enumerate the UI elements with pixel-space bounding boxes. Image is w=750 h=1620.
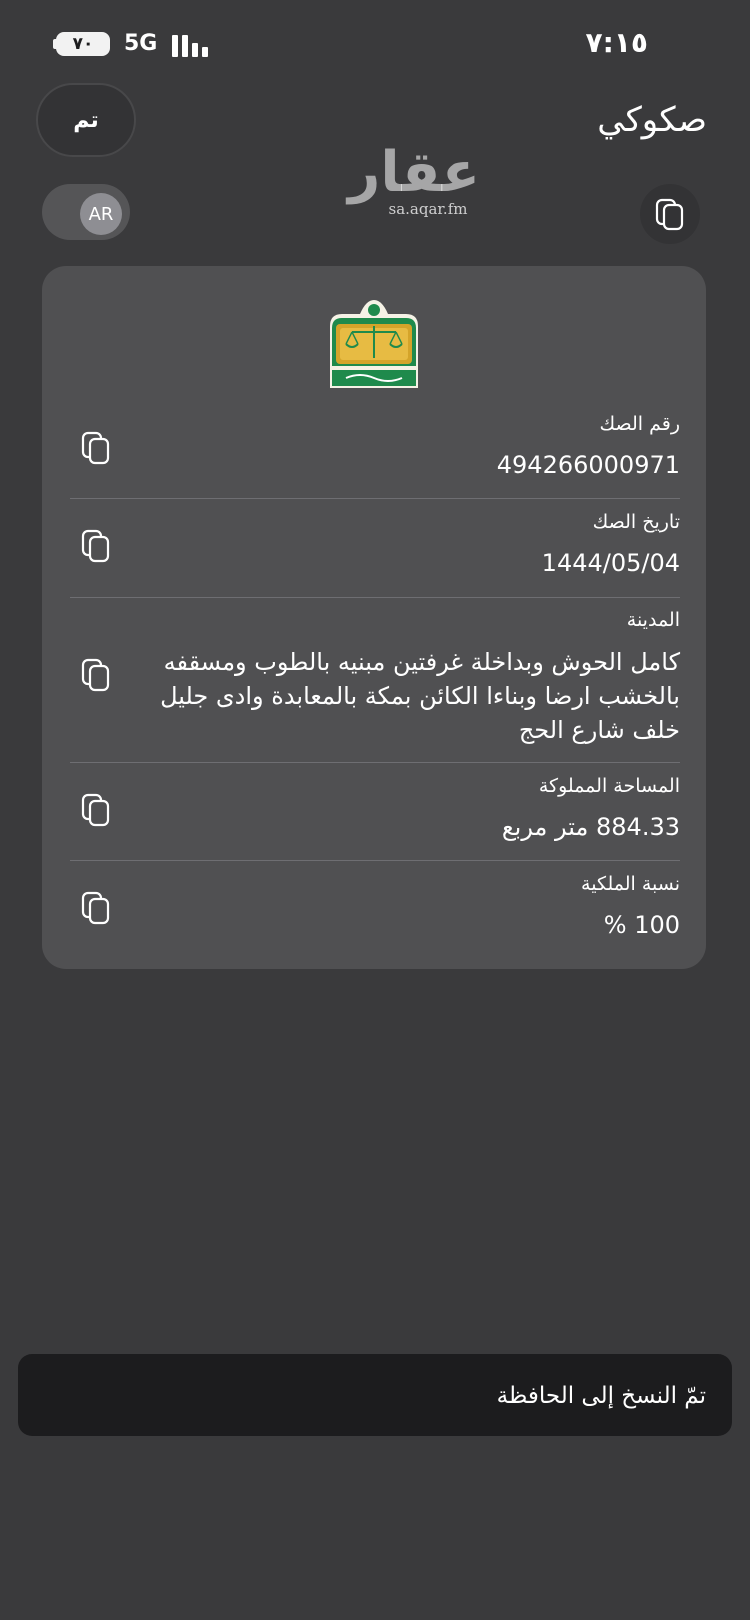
language-toggle-knob[interactable]: AR: [80, 193, 122, 235]
deed-number-value: 494266000971: [496, 451, 680, 479]
copy-all-button[interactable]: [640, 184, 700, 244]
copy-icon[interactable]: [76, 428, 116, 468]
field-divider: [70, 597, 680, 598]
signal-bars-icon: [172, 31, 212, 57]
copy-icon[interactable]: [76, 655, 116, 695]
owned-area-label: المساحة المملوكة: [538, 775, 680, 797]
done-button[interactable]: تم: [36, 83, 136, 157]
city-label: المدينة: [626, 609, 680, 631]
deed-date-value: 1444/05/04: [541, 549, 680, 577]
battery-level: ٧٠: [72, 34, 94, 54]
ownership-ratio-label: نسبة الملكية: [581, 873, 680, 895]
copy-icon[interactable]: [76, 526, 116, 566]
network-type: 5G: [124, 31, 158, 56]
field-divider: [70, 860, 680, 861]
watermark-logo: عقار: [348, 140, 480, 205]
field-divider: [70, 498, 680, 499]
watermark-url: sa.aqar.fm: [388, 200, 468, 218]
done-button-label: تم: [73, 107, 99, 133]
field-divider: [70, 762, 680, 763]
status-time: ٧:١٥: [585, 26, 648, 59]
city-value: كامل الحوش وبداخلة غرفتين مبنيه بالطوب و…: [160, 648, 680, 744]
ownership-ratio-value: 100 %: [603, 911, 680, 939]
ministry-of-justice-emblem: [330, 300, 418, 388]
deed-date-label: تاريخ الصك: [592, 511, 680, 533]
deed-number-label: رقم الصك: [599, 413, 681, 435]
owned-area-value: 884.33 متر مربع: [501, 813, 680, 841]
page-title: صكوكي: [597, 100, 707, 140]
copy-icon[interactable]: [76, 888, 116, 928]
language-label: AR: [88, 203, 114, 225]
battery-indicator: ٧٠: [56, 32, 110, 56]
copy-icon[interactable]: [76, 790, 116, 830]
copy-icon: [655, 198, 684, 231]
toast-message: تمّ النسخ إلى الحافظة: [496, 1383, 706, 1409]
